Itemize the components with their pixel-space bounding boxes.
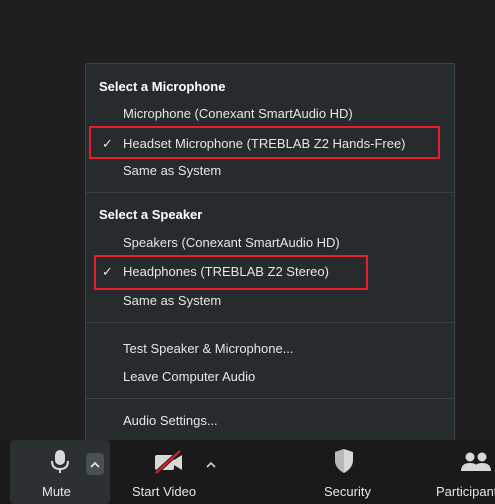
- menu-divider: [86, 322, 454, 323]
- security-label: Security: [324, 484, 371, 499]
- mute-label: Mute: [42, 484, 71, 499]
- audio-options-caret-button[interactable]: [86, 453, 104, 475]
- shield-icon[interactable]: [333, 448, 355, 474]
- start-video-label: Start Video: [132, 484, 197, 499]
- audio-options-menu: Select a Microphone Microphone (Conexant…: [85, 63, 455, 441]
- microphone-section-header: Select a Microphone: [99, 79, 226, 94]
- microphone-option-same-as-system[interactable]: Same as System: [86, 158, 454, 184]
- video-off-icon[interactable]: [153, 450, 185, 474]
- chevron-up-icon: [90, 461, 100, 468]
- highlight-box-microphone: [89, 126, 440, 159]
- participants-icon[interactable]: [460, 452, 494, 472]
- meeting-toolbar: Mute Start Video Security Participants: [0, 440, 495, 504]
- speaker-section-header: Select a Speaker: [99, 207, 203, 222]
- menu-item-label: Audio Settings...: [123, 413, 218, 428]
- chevron-up-icon: [206, 461, 216, 468]
- menu-item-label: Test Speaker & Microphone...: [123, 341, 294, 356]
- menu-divider: [86, 398, 454, 399]
- menu-item-label: Leave Computer Audio: [123, 369, 256, 384]
- highlight-box-speaker: [94, 255, 368, 290]
- microphone-icon[interactable]: [49, 449, 71, 475]
- video-options-caret-button[interactable]: [202, 453, 220, 475]
- test-speaker-microphone-item[interactable]: Test Speaker & Microphone...: [86, 336, 454, 362]
- menu-divider: [86, 192, 454, 193]
- audio-settings-item[interactable]: Audio Settings...: [86, 408, 454, 434]
- speaker-option-same-as-system[interactable]: Same as System: [86, 288, 454, 314]
- speaker-option-conexant[interactable]: Speakers (Conexant SmartAudio HD): [86, 230, 454, 256]
- menu-item-label: Speakers (Conexant SmartAudio HD): [123, 235, 340, 250]
- participants-label: Participants: [436, 484, 495, 499]
- leave-computer-audio-item[interactable]: Leave Computer Audio: [86, 364, 454, 390]
- microphone-option-conexant[interactable]: Microphone (Conexant SmartAudio HD): [86, 101, 454, 127]
- menu-item-label: Same as System: [123, 293, 222, 308]
- menu-item-label: Microphone (Conexant SmartAudio HD): [123, 106, 353, 121]
- menu-item-label: Same as System: [123, 163, 222, 178]
